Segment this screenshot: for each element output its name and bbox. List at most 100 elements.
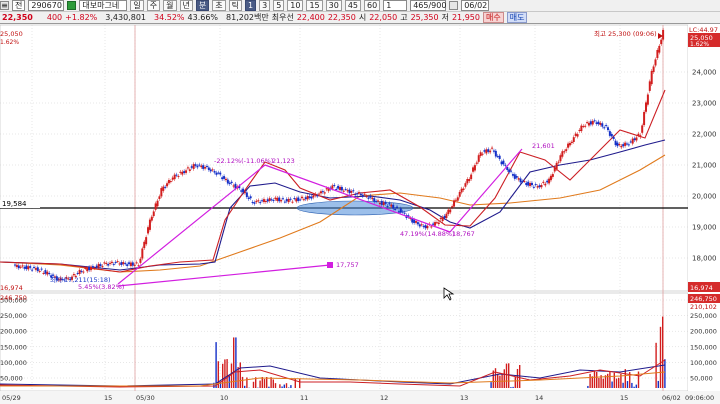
candle-body [285,199,288,202]
candle-body [139,258,142,263]
candle-body [316,195,319,197]
candle-body [78,269,81,275]
time-tick-label: 10 [220,394,228,402]
candle-body [147,227,150,234]
candle-body [449,209,452,213]
candle-body [424,225,427,229]
candle-body [392,204,395,209]
candle-body [40,268,43,270]
candle-body [662,29,665,40]
candle-body [19,266,22,268]
candle-body [475,162,478,164]
volume-bar [624,369,626,388]
candle-body [46,271,49,275]
candle-body [276,197,279,201]
candle-body [129,262,132,267]
volume-bar [281,386,283,388]
candle-body [224,178,227,181]
volume-bar [233,337,235,388]
volume-panel[interactable] [0,292,689,392]
candle-body [283,201,286,203]
candle-body [397,211,400,213]
candle-body [194,164,197,166]
candle-body [247,197,250,200]
candle-body [166,183,169,187]
candle-body [515,176,518,178]
candle-body [559,155,562,162]
candle-body [635,137,638,141]
annotation-low-pct: 5.45%(3.82%) [78,283,124,291]
candle-body [365,196,368,198]
candle-body [114,261,117,263]
candle-body [498,155,501,159]
candle-body [654,59,657,66]
candle-body [300,196,303,199]
candle-body [242,188,245,193]
candle-body [504,164,507,166]
candle-body [131,262,134,266]
candle-body [614,140,617,146]
candle-body [272,200,275,202]
volume-tick-label-left: 100,000 [0,359,27,367]
volume-bar [510,387,512,388]
stock-chart[interactable]: 19,584 -22.12%(-11.06%) 21,123 21,601 47… [0,0,720,404]
volume-bar [274,383,277,388]
volume-tick-label: 100,000 [690,359,717,367]
candle-body [660,39,663,45]
candle-body [616,142,619,147]
candle-body [511,174,514,176]
trend-handle[interactable] [327,262,333,268]
candle-body [103,262,106,264]
volume-bar [224,359,226,388]
candle-body [156,200,159,207]
candle-body [639,135,642,138]
candle-body [358,192,361,194]
candle-body [109,262,112,264]
candle-body [183,171,186,174]
candle-body [91,266,94,268]
candle-body [31,269,34,271]
candle-body [361,194,364,197]
candle-body [44,270,47,274]
candle-body [416,222,419,225]
candle-body [169,181,172,183]
time-cursor-label: 09:06:00 [685,394,714,402]
candle-body [190,166,193,168]
left-pct-label: 1.62% [0,39,19,46]
candle-body [340,186,343,191]
price-panel[interactable] [0,24,689,292]
candle-body [171,177,174,180]
candle-body [565,149,568,152]
volume-bar [270,377,272,388]
volume-tag-value-2: 210,102 [690,303,717,311]
candle-body [110,261,113,263]
candle-body [568,142,571,146]
candle-body [500,161,503,165]
candle-body [525,182,528,186]
candle-body [510,170,513,172]
volume-bar [490,382,492,388]
volume-bar [215,342,217,388]
candle-body [33,266,36,268]
candle-body [175,174,178,176]
candle-body [593,120,596,122]
candle-body [302,199,305,201]
time-tick-label: 15 [620,394,628,402]
volume-bar [244,385,246,388]
candle-body [173,174,176,180]
candle-body [243,192,246,194]
candle-body [93,268,96,270]
candle-body [434,222,437,226]
volume-bar [596,371,598,388]
candle-body [325,188,328,190]
candle-body [141,248,144,259]
candle-body [21,265,24,267]
candle-body [413,219,416,223]
candle-body [312,195,315,198]
candle-body [492,150,495,152]
candle-body [445,213,448,218]
candle-body [207,167,210,170]
volume-bar [587,385,589,388]
candle-body [620,145,623,148]
candle-body [116,261,119,263]
